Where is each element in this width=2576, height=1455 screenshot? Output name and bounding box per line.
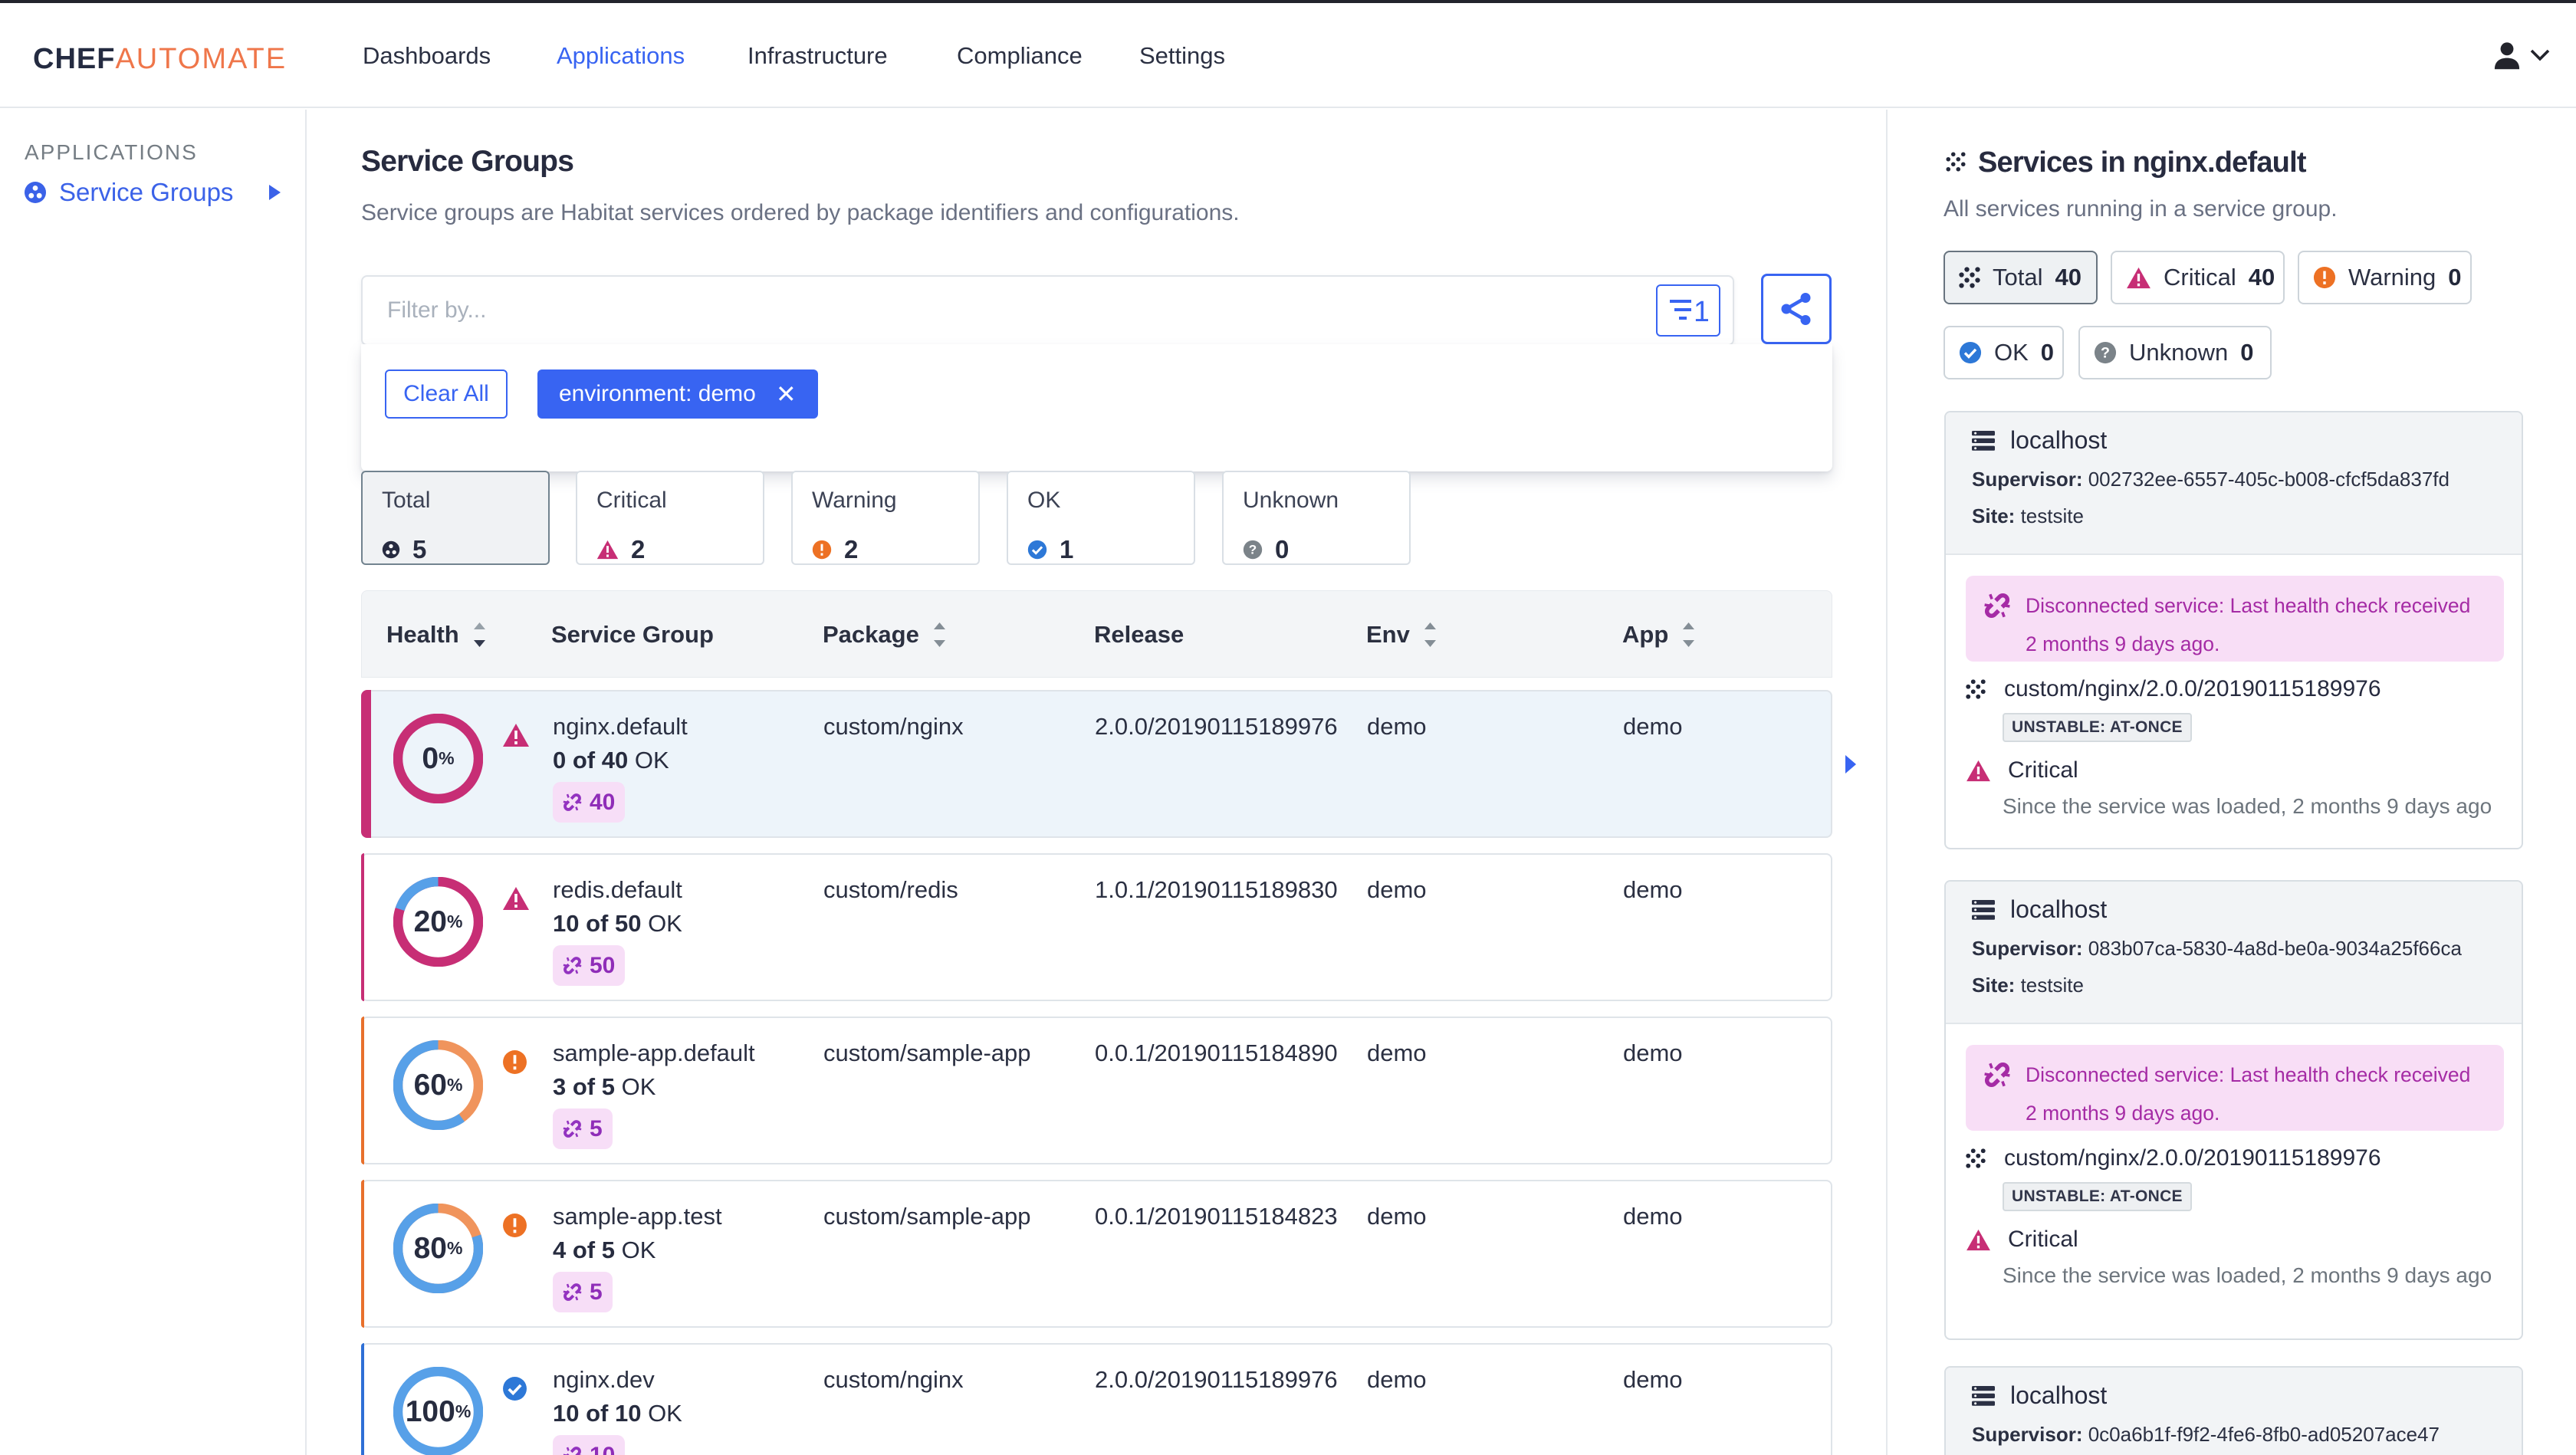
svg-text:?: ? <box>1249 543 1257 557</box>
svg-text:1: 1 <box>1694 296 1708 326</box>
svg-text:?: ? <box>2101 345 2110 362</box>
